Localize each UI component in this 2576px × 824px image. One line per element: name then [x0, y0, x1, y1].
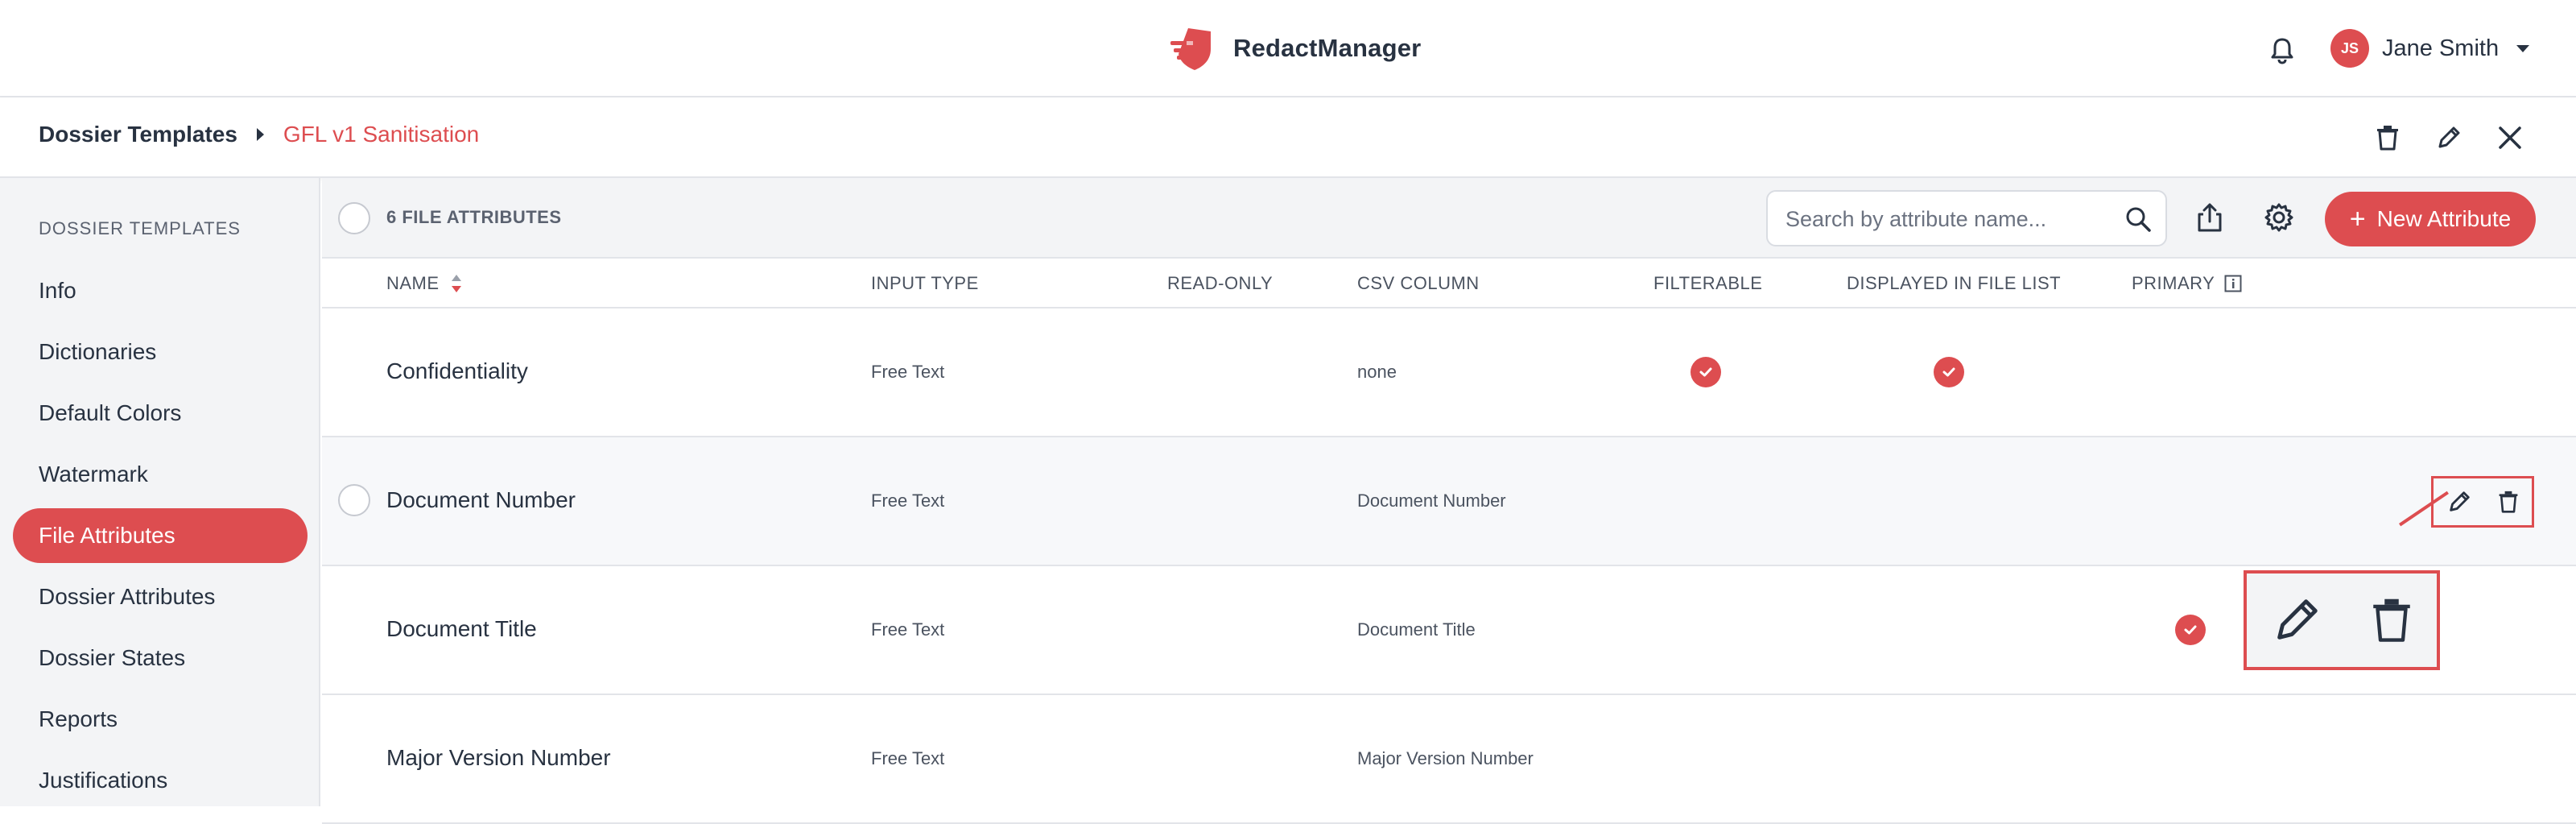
table-row[interactable]: Document Number Free Text Document Numbe… — [322, 437, 2576, 566]
sidebar-item-dossier-states[interactable]: Dossier States — [13, 631, 308, 685]
breadcrumb-current[interactable]: GFL v1 Sanitisation — [283, 122, 479, 147]
chevron-right-icon — [256, 128, 264, 141]
delete-trash-icon[interactable] — [2497, 489, 2520, 515]
sidebar-item-reports[interactable]: Reports — [13, 692, 308, 747]
column-name-label: NAME — [386, 273, 440, 293]
filterable-check-icon — [1690, 357, 1721, 387]
shield-logo-icon — [1170, 28, 1211, 70]
table-row[interactable]: Major Version Number Free Text Major Ver… — [322, 695, 2576, 824]
attribute-name: Major Version Number — [386, 745, 611, 770]
breadcrumb-root[interactable]: Dossier Templates — [39, 122, 237, 147]
info-icon[interactable] — [2224, 275, 2242, 292]
search-input[interactable] — [1785, 203, 2107, 235]
attribute-name: Document Title — [386, 616, 537, 641]
attribute-name: Document Number — [386, 487, 576, 512]
column-primary-label: PRIMARY — [2132, 273, 2215, 293]
settings-button[interactable] — [2262, 201, 2296, 238]
top-bar: RedactManager JS Jane Smith — [0, 0, 2576, 97]
trash-icon — [2377, 126, 2398, 151]
table-row[interactable]: Document Title Free Text Document Title — [322, 566, 2576, 695]
zoomed-trash-icon — [2372, 598, 2410, 642]
delete-template-button[interactable] — [2370, 120, 2405, 155]
sort-icon — [451, 275, 461, 292]
close-button[interactable] — [2492, 120, 2528, 155]
plus-icon: + — [2349, 204, 2366, 234]
column-displayed[interactable]: DISPLAYED IN FILE LIST — [1847, 273, 2061, 294]
input-type: Free Text — [871, 619, 945, 640]
sidebar-item-default-colors[interactable]: Default Colors — [13, 386, 308, 441]
avatar: JS — [2330, 29, 2369, 68]
attribute-count: 6 FILE ATTRIBUTES — [386, 207, 562, 227]
primary-check-icon — [2175, 615, 2206, 645]
input-type: Free Text — [871, 362, 945, 382]
column-primary[interactable]: PRIMARY — [2132, 273, 2242, 294]
sidebar-item-justifications[interactable]: Justifications — [13, 753, 308, 808]
user-name: Jane Smith — [2382, 35, 2500, 61]
template-actions — [2370, 120, 2528, 155]
pencil-icon — [2438, 126, 2460, 148]
close-icon — [2499, 126, 2521, 149]
breadcrumb-bar: Dossier Templates GFL v1 Sanitisation — [0, 97, 2576, 178]
edit-pencil-icon[interactable] — [2446, 489, 2472, 515]
table-row[interactable]: Confidentiality Free Text none — [322, 308, 2576, 437]
zoomed-row-actions — [2244, 570, 2440, 670]
sidebar-item-dossier-attributes[interactable]: Dossier Attributes — [13, 569, 308, 624]
row-actions — [2431, 476, 2534, 528]
brand-name: RedactManager — [1233, 34, 1422, 62]
chevron-down-icon — [2516, 44, 2530, 52]
sidebar-item-file-attributes[interactable]: File Attributes — [13, 508, 308, 563]
row-checkbox[interactable] — [338, 484, 370, 516]
csv-column: Major Version Number — [1357, 748, 1534, 768]
notifications-bell-icon[interactable] — [2266, 34, 2298, 66]
user-menu[interactable]: JS Jane Smith — [2330, 28, 2530, 68]
edit-template-button[interactable] — [2431, 120, 2467, 155]
input-type: Free Text — [871, 748, 945, 768]
sidebar-title: DOSSIER TEMPLATES — [39, 218, 241, 238]
attribute-name: Confidentiality — [386, 358, 528, 383]
sidebar: DOSSIER TEMPLATES Info Dictionaries Defa… — [0, 178, 320, 806]
column-read-only[interactable]: READ-ONLY — [1167, 273, 1273, 294]
breadcrumb: Dossier Templates GFL v1 Sanitisation — [39, 122, 479, 147]
column-name[interactable]: NAME — [386, 273, 462, 294]
column-input-type[interactable]: INPUT TYPE — [871, 273, 979, 294]
new-attribute-button[interactable]: + New Attribute — [2325, 192, 2536, 246]
search-icon[interactable] — [2124, 205, 2153, 234]
new-attribute-label: New Attribute — [2376, 206, 2512, 231]
zoomed-pencil-icon — [2277, 599, 2318, 640]
sidebar-item-dictionaries[interactable]: Dictionaries — [13, 325, 308, 379]
sidebar-item-watermark[interactable]: Watermark — [13, 447, 308, 502]
column-filterable[interactable]: FILTERABLE — [1653, 273, 1762, 294]
table-header: NAME INPUT TYPE READ-ONLY CSV COLUMN FIL… — [322, 259, 2576, 308]
sidebar-item-info[interactable]: Info — [13, 263, 308, 318]
export-button[interactable] — [2193, 201, 2227, 238]
select-all-checkbox[interactable] — [338, 202, 370, 234]
input-type: Free Text — [871, 491, 945, 511]
csv-column: Document Number — [1357, 491, 1506, 511]
brand[interactable]: RedactManager — [1170, 23, 1421, 74]
list-toolbar: 6 FILE ATTRIBUTES + New Attribute — [322, 178, 2576, 259]
displayed-check-icon — [1934, 357, 1964, 387]
upload-icon — [2198, 203, 2222, 232]
csv-column: Document Title — [1357, 619, 1476, 640]
gear-icon — [2264, 203, 2293, 232]
main-content: 6 FILE ATTRIBUTES + New Attribute — [322, 178, 2576, 824]
column-csv[interactable]: CSV COLUMN — [1357, 273, 1480, 294]
csv-column: none — [1357, 362, 1397, 382]
search-box — [1766, 190, 2167, 246]
